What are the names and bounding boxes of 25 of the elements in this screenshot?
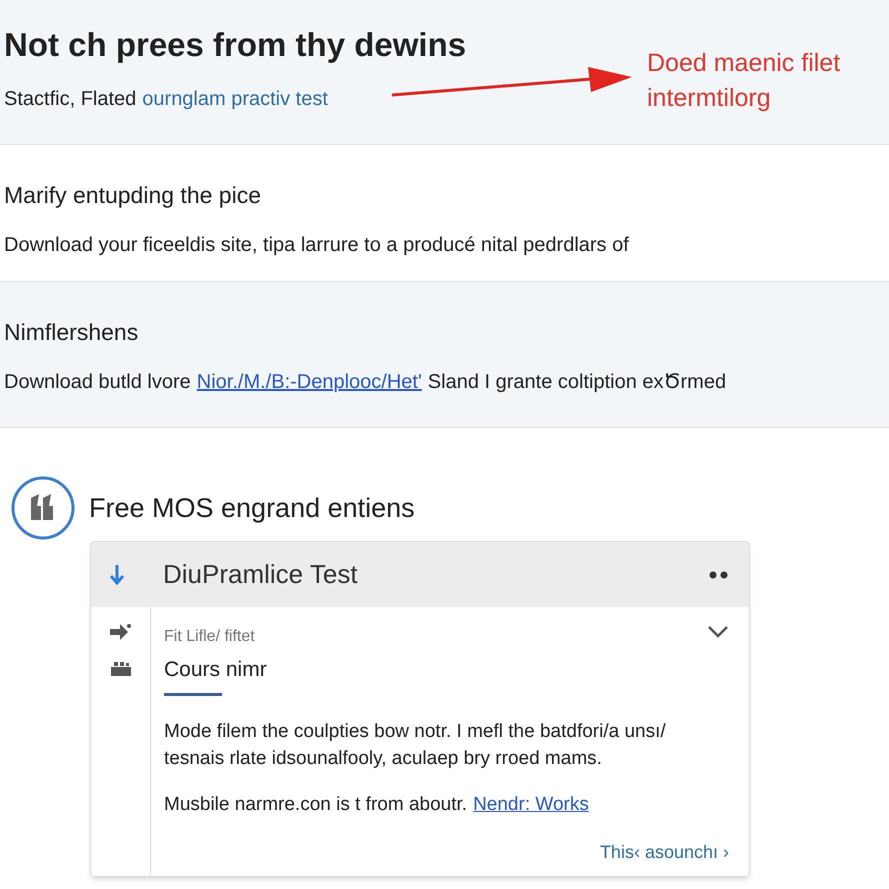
blocks-icon[interactable] [110, 661, 132, 677]
callout-text: Doed maenic filet intermtilorg [647, 48, 842, 114]
arrow-right-icon[interactable] [110, 623, 132, 641]
card-label: Fit Lifle/ fiftet [164, 627, 255, 647]
section-text: Download your ficeeldis site, tipa larrure to a producé nital pedrdlars of [4, 233, 630, 258]
section-heading: Nimflershens [4, 318, 140, 347]
underline-accent [164, 693, 222, 696]
section-text: Sland I grante coltiption exԾrmed [428, 370, 726, 395]
card-paragraph: Mode filem the coulpties bow notr. I mefl the batdfori/a unsı/ tesnais rlate idsounalfooly, aculaep bry rroed mams. [164, 720, 667, 771]
down-arrow-icon [109, 564, 125, 586]
subtitle-link[interactable]: ournglam practiv test [142, 84, 328, 114]
section-text: Download butld lvore [4, 370, 191, 395]
note-link[interactable]: Nendr: Works [473, 791, 589, 820]
more-icon[interactable] [709, 570, 729, 578]
feature-heading: Free MOS engrand entiens [89, 492, 415, 525]
quote-icon [11, 476, 75, 540]
chevron-icon[interactable] [707, 625, 729, 639]
subtitle: Stactfic, Flated [4, 87, 136, 112]
section-heading: Marify entupding the pice [4, 181, 262, 210]
page-title: Not ch prees from thy dewins [4, 25, 466, 65]
section-link[interactable]: Nior./M./B:-Denplooc/Het' [196, 367, 422, 397]
card-title: DiuPramlice Test [163, 558, 358, 591]
card-note: Musbile narmre.con is t from aboutr. [164, 793, 468, 817]
footer-link[interactable]: This‹ asounchı › [600, 838, 729, 866]
card-subtitle: Cours nimr [164, 657, 268, 683]
